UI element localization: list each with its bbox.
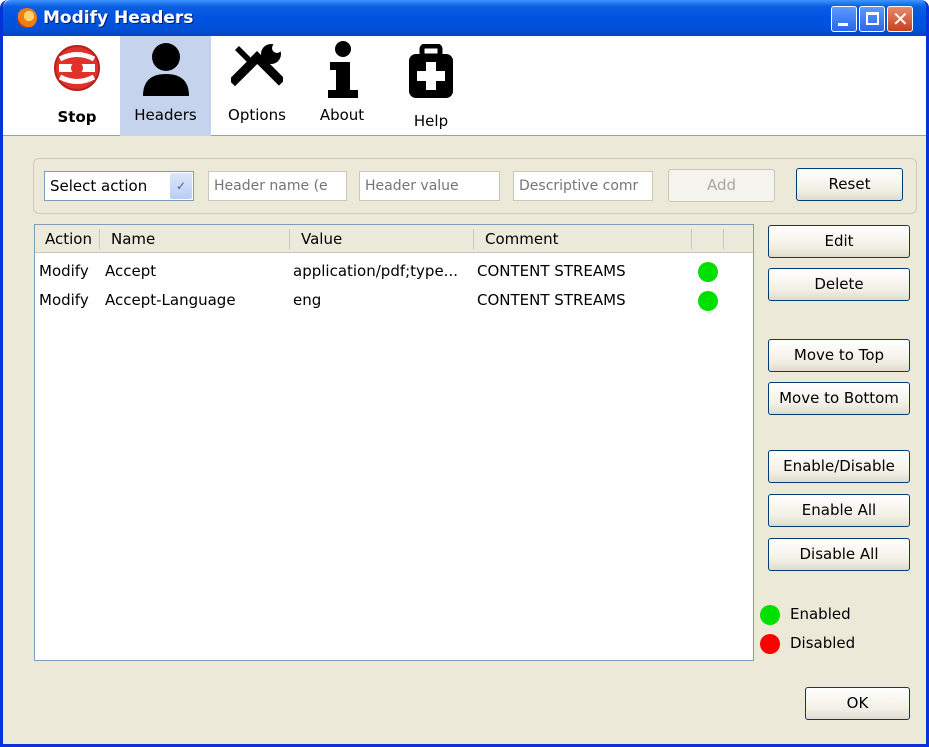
enable-all-button[interactable]: Enable All	[768, 494, 910, 527]
toolbar-help-button[interactable]: Help	[395, 36, 467, 136]
enabled-legend-icon	[760, 605, 780, 625]
column-divider[interactable]	[99, 229, 100, 249]
person-icon	[143, 43, 189, 96]
tools-icon	[231, 43, 283, 87]
info-icon	[328, 41, 358, 98]
toolbar-help-label: Help	[413, 112, 449, 130]
stop-icon	[54, 45, 100, 91]
header-value-input[interactable]	[359, 171, 500, 201]
column-divider[interactable]	[691, 229, 692, 249]
enabled-status-icon[interactable]	[698, 262, 718, 282]
row-action: Modify	[39, 262, 89, 280]
comment-input[interactable]	[513, 171, 653, 201]
move-to-bottom-button[interactable]: Move to Bottom	[768, 382, 910, 415]
legend-enabled-label: Enabled	[790, 605, 851, 623]
row-value: eng	[293, 291, 322, 309]
edit-button[interactable]: Edit	[768, 225, 910, 258]
close-button[interactable]: ✕	[887, 6, 913, 32]
column-divider[interactable]	[289, 229, 290, 249]
table-header: Action Name Value Comment	[35, 225, 753, 253]
toolbar-options-button[interactable]: Options	[221, 36, 293, 136]
column-header-name[interactable]: Name	[111, 230, 155, 248]
table-row[interactable]: Modify Accept-Language eng CONTENT STREA…	[35, 287, 753, 315]
toolbar-headers-label: Headers	[134, 106, 197, 124]
column-header-comment[interactable]: Comment	[485, 230, 559, 248]
title-bar[interactable]: Modify Headers ✕	[3, 0, 926, 36]
reset-button[interactable]: Reset	[796, 168, 903, 201]
headers-table[interactable]: Action Name Value Comment Modify Accept …	[34, 224, 754, 661]
toolbar-headers-button[interactable]: Headers	[120, 36, 211, 136]
maximize-button[interactable]	[859, 6, 885, 32]
toolbar: Stop Headers Options About Help	[3, 36, 926, 136]
header-input-bar: Select action ✓ Add Reset	[33, 158, 917, 214]
maximize-icon	[866, 12, 879, 25]
add-button[interactable]: Add	[668, 169, 775, 202]
column-divider[interactable]	[473, 229, 474, 249]
column-header-action[interactable]: Action	[45, 230, 92, 248]
move-to-top-button[interactable]: Move to Top	[768, 339, 910, 372]
toolbar-about-button[interactable]: About	[308, 36, 376, 136]
close-icon: ✕	[892, 7, 909, 31]
toolbar-stop-label: Stop	[57, 108, 97, 126]
row-name: Accept	[105, 262, 157, 280]
disable-all-button[interactable]: Disable All	[768, 538, 910, 571]
delete-button[interactable]: Delete	[768, 268, 910, 301]
toolbar-stop-button[interactable]: Stop	[43, 36, 111, 136]
column-header-value[interactable]: Value	[301, 230, 342, 248]
firefox-icon	[17, 8, 37, 28]
row-name: Accept-Language	[105, 291, 236, 309]
window-title: Modify Headers	[43, 8, 194, 28]
header-name-input[interactable]	[208, 171, 347, 201]
minimize-icon	[838, 23, 848, 26]
column-divider[interactable]	[723, 229, 724, 249]
enabled-status-icon[interactable]	[698, 291, 718, 311]
row-value: application/pdf;type...	[293, 262, 458, 280]
modify-headers-window: Modify Headers ✕ Stop Headers Options Ab…	[0, 0, 929, 747]
toolbar-options-label: Options	[228, 106, 286, 124]
toolbar-about-label: About	[319, 106, 365, 124]
action-select-value: Select action	[50, 177, 148, 195]
table-row[interactable]: Modify Accept application/pdf;type... CO…	[35, 258, 753, 286]
row-action: Modify	[39, 291, 89, 309]
row-comment: CONTENT STREAMS	[477, 291, 626, 309]
enable-disable-button[interactable]: Enable/Disable	[768, 450, 910, 483]
disabled-legend-icon	[760, 634, 780, 654]
ok-button[interactable]: OK	[805, 687, 910, 720]
legend-disabled-label: Disabled	[790, 634, 856, 652]
row-comment: CONTENT STREAMS	[477, 262, 626, 280]
first-aid-icon	[409, 44, 453, 98]
minimize-button[interactable]	[831, 6, 857, 32]
action-select[interactable]: Select action ✓	[44, 171, 194, 201]
chevron-down-icon[interactable]: ✓	[170, 173, 192, 199]
